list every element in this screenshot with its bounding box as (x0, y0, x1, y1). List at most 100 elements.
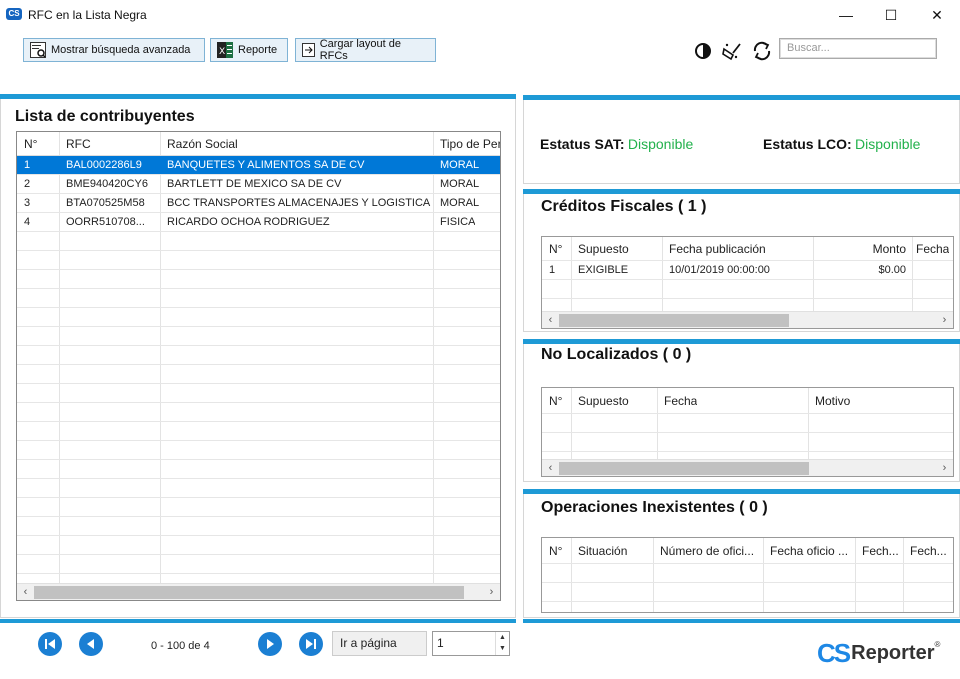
scroll-left-icon[interactable]: ‹ (542, 312, 559, 328)
prev-page-button[interactable] (79, 632, 103, 656)
col-header-fecha-b[interactable]: Fech... (903, 538, 953, 564)
table-row[interactable]: 4 OORR510708... RICARDO OCHOA RODRIGUEZ … (17, 213, 500, 232)
col-header-tipo[interactable]: Tipo de Per (433, 132, 500, 156)
cell-n: 1 (549, 264, 556, 276)
page-number-value: 1 (437, 636, 444, 650)
report-button[interactable]: X Reporte (210, 38, 288, 62)
cell-n: 4 (24, 216, 31, 228)
stepper-arrows-icon[interactable]: ▲ ▼ (495, 632, 509, 655)
cell-n: 1 (24, 159, 31, 171)
page-number-stepper[interactable]: 1 ▲ ▼ (432, 631, 510, 656)
cell-tipo: FISICA (440, 216, 476, 228)
nolocalizados-title: No Localizados ( 0 ) (541, 346, 692, 363)
contrast-icon[interactable] (692, 40, 714, 62)
load-layout-button[interactable]: Cargar layout de RFCs (295, 38, 436, 62)
brand-name: Reporter (851, 641, 935, 664)
col-header-numero-oficio[interactable]: Número de ofici... (653, 538, 763, 564)
empty-row (17, 460, 500, 479)
goto-page-button[interactable]: Ir a página (332, 631, 427, 656)
last-page-button[interactable] (299, 632, 323, 656)
left-bottom-accent (0, 619, 516, 623)
scroll-left-icon[interactable]: ‹ (542, 460, 559, 476)
nolocalizados-grid[interactable]: N° Supuesto Fecha Motivo ‹ › (541, 387, 954, 477)
empty-row (17, 365, 500, 384)
empty-row (17, 555, 500, 574)
table-row (542, 414, 953, 433)
cell-rfc: BTA070525M58 (66, 197, 145, 209)
next-page-button[interactable] (258, 632, 282, 656)
col-header-situacion[interactable]: Situación (571, 538, 627, 564)
refresh-icon[interactable] (751, 40, 773, 62)
col-header-monto[interactable]: Monto (813, 237, 912, 261)
cell-n: 3 (24, 197, 31, 209)
table-row[interactable]: 1 BAL0002286L9 BANQUETES Y ALIMENTOS SA … (17, 156, 500, 175)
brand-logo-mark: CS (817, 637, 851, 668)
col-header-razon[interactable]: Razón Social (160, 132, 238, 156)
advanced-search-label: Mostrar búsqueda avanzada (51, 44, 191, 56)
first-page-button[interactable] (38, 632, 62, 656)
col-header-fecha-oficio[interactable]: Fecha oficio ... (763, 538, 855, 564)
table-row[interactable]: 2 BME940420CY6 BARTLETT DE MEXICO SA DE … (17, 175, 500, 194)
empty-row (17, 517, 500, 536)
horizontal-scrollbar[interactable]: ‹ › (542, 459, 953, 476)
col-header-n[interactable]: N° (17, 132, 37, 156)
advanced-search-icon (30, 42, 46, 58)
table-row (542, 433, 953, 452)
scroll-right-icon[interactable]: › (483, 584, 500, 600)
search-input[interactable]: Buscar... (779, 38, 937, 59)
maximize-button[interactable]: ☐ (868, 0, 914, 30)
col-header-fecha-a[interactable]: Fech... (855, 538, 903, 564)
table-row (542, 280, 953, 299)
scroll-left-icon[interactable]: ‹ (17, 584, 34, 600)
col-header-n[interactable]: N° (542, 538, 562, 564)
empty-row (17, 327, 500, 346)
table-row[interactable]: 1 EXIGIBLE 10/01/2019 00:00:00 $0.00 (542, 261, 953, 280)
empty-row (17, 479, 500, 498)
cell-monto: $0.00 (878, 264, 906, 276)
credits-grid[interactable]: N° Supuesto Fecha publicación Monto Fech… (541, 236, 954, 329)
right-bottom-accent (523, 619, 960, 623)
report-label: Reporte (238, 44, 278, 56)
grid-header: N° Supuesto Fecha publicación Monto Fech… (542, 237, 953, 261)
col-header-motivo[interactable]: Motivo (808, 388, 850, 414)
cell-rfc: BAL0002286L9 (66, 159, 142, 171)
scroll-thumb[interactable] (559, 462, 809, 475)
empty-row (17, 270, 500, 289)
col-header-supuesto[interactable]: Supuesto (571, 237, 629, 261)
sat-status: Estatus SAT: Disponible (540, 136, 693, 152)
scroll-right-icon[interactable]: › (936, 460, 953, 476)
col-header-n[interactable]: N° (542, 237, 562, 261)
grid-header: N° RFC Razón Social Tipo de Per (17, 132, 500, 156)
import-file-icon (302, 43, 315, 57)
table-row[interactable]: 3 BTA070525M58 BCC TRANSPORTES ALMACENAJ… (17, 194, 500, 213)
clean-brush-icon[interactable] (721, 40, 743, 62)
scroll-thumb[interactable] (559, 314, 789, 327)
col-header-n[interactable]: N° (542, 388, 562, 414)
horizontal-scrollbar[interactable]: ‹ › (542, 311, 953, 328)
minimize-button[interactable]: — (823, 0, 869, 30)
col-header-fecha[interactable]: Fecha publicación (662, 237, 766, 261)
svg-text:X: X (219, 47, 225, 57)
col-header-supuesto[interactable]: Supuesto (571, 388, 629, 414)
page-range: 0 - 100 de 4 (151, 640, 210, 652)
col-header-fecha2[interactable]: Fecha (912, 237, 949, 261)
grid-header: N° Situación Número de ofici... Fecha of… (542, 538, 953, 564)
lco-value: Disponible (855, 136, 921, 152)
cell-fecha: 10/01/2019 00:00:00 (669, 264, 770, 276)
operaciones-grid[interactable]: N° Situación Número de ofici... Fecha of… (541, 537, 954, 613)
scroll-thumb[interactable] (34, 586, 464, 599)
cell-razon: RICARDO OCHOA RODRIGUEZ (167, 216, 330, 228)
col-header-rfc[interactable]: RFC (59, 132, 91, 156)
empty-row (17, 536, 500, 555)
horizontal-scrollbar[interactable]: ‹ › (17, 583, 500, 600)
lco-status: Estatus LCO: Disponible (763, 136, 920, 152)
close-button[interactable]: ✕ (914, 0, 960, 30)
cell-tipo: MORAL (440, 197, 480, 209)
empty-row (17, 251, 500, 270)
operaciones-title: Operaciones Inexistentes ( 0 ) (541, 499, 768, 516)
contributors-grid[interactable]: N° RFC Razón Social Tipo de Per 1 BAL000… (16, 131, 501, 601)
col-header-fecha[interactable]: Fecha (657, 388, 697, 414)
scroll-right-icon[interactable]: › (936, 312, 953, 328)
advanced-search-button[interactable]: Mostrar búsqueda avanzada (23, 38, 205, 62)
contributors-title: Lista de contribuyentes (15, 108, 195, 125)
